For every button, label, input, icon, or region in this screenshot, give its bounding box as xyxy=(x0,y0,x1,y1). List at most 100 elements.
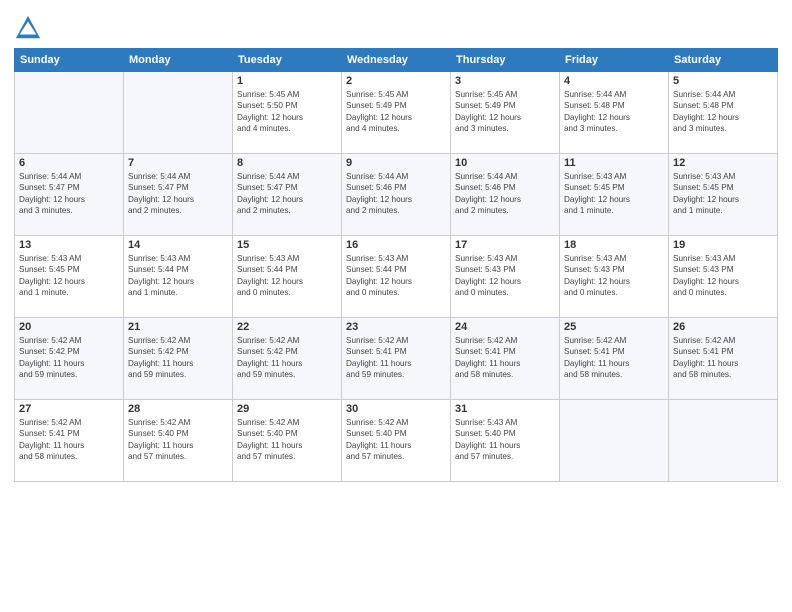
week-row-3: 13 Sunrise: 5:43 AM Sunset: 5:45 PM Dayli… xyxy=(15,236,778,318)
calendar-cell: 13 Sunrise: 5:43 AM Sunset: 5:45 PM Dayli… xyxy=(15,236,124,318)
day-info: Sunrise: 5:42 AM Sunset: 5:40 PM Dayligh… xyxy=(128,417,228,463)
calendar-cell: 17 Sunrise: 5:43 AM Sunset: 5:43 PM Dayli… xyxy=(451,236,560,318)
day-info: Sunrise: 5:43 AM Sunset: 5:43 PM Dayligh… xyxy=(455,253,555,299)
day-number: 15 xyxy=(237,239,337,251)
day-info: Sunrise: 5:43 AM Sunset: 5:45 PM Dayligh… xyxy=(19,253,119,299)
calendar-cell: 8Sunrise: 5:44 AM Sunset: 5:47 PM Daylig… xyxy=(233,154,342,236)
weekday-header-tuesday: Tuesday xyxy=(233,49,342,72)
day-info: Sunrise: 5:43 AM Sunset: 5:44 PM Dayligh… xyxy=(128,253,228,299)
day-info: Sunrise: 5:42 AM Sunset: 5:41 PM Dayligh… xyxy=(673,335,773,381)
day-number: 17 xyxy=(455,239,555,251)
day-info: Sunrise: 5:45 AM Sunset: 5:49 PM Dayligh… xyxy=(346,89,446,135)
day-number: 13 xyxy=(19,239,119,251)
calendar-cell: 27 Sunrise: 5:42 AM Sunset: 5:41 PM Dayli… xyxy=(15,400,124,482)
day-info: Sunrise: 5:42 AM Sunset: 5:40 PM Dayligh… xyxy=(346,417,446,463)
calendar-cell: 29 Sunrise: 5:42 AM Sunset: 5:40 PM Dayli… xyxy=(233,400,342,482)
day-number: 10 xyxy=(455,157,555,169)
day-number: 18 xyxy=(564,239,664,251)
day-number: 14 xyxy=(128,239,228,251)
day-number: 5 xyxy=(673,75,773,87)
calendar-cell: 10 Sunrise: 5:44 AM Sunset: 5:46 PM Dayli… xyxy=(451,154,560,236)
day-number: 4 xyxy=(564,75,664,87)
day-number: 24 xyxy=(455,321,555,333)
day-info: Sunrise: 5:44 AM Sunset: 5:48 PM Dayligh… xyxy=(564,89,664,135)
day-info: Sunrise: 5:43 AM Sunset: 5:43 PM Dayligh… xyxy=(564,253,664,299)
weekday-header-sunday: Sunday xyxy=(15,49,124,72)
calendar-cell: 23 Sunrise: 5:42 AM Sunset: 5:41 PM Dayli… xyxy=(342,318,451,400)
day-number: 27 xyxy=(19,403,119,415)
day-number: 7 xyxy=(128,157,228,169)
day-number: 20 xyxy=(19,321,119,333)
day-info: Sunrise: 5:43 AM Sunset: 5:43 PM Dayligh… xyxy=(673,253,773,299)
calendar-cell: 1 Sunrise: 5:45 AM Sunset: 5:50 PM Daylig… xyxy=(233,72,342,154)
week-row-4: 20 Sunrise: 5:42 AM Sunset: 5:42 PM Dayli… xyxy=(15,318,778,400)
week-row-5: 27 Sunrise: 5:42 AM Sunset: 5:41 PM Dayli… xyxy=(15,400,778,482)
calendar-cell: 25 Sunrise: 5:42 AM Sunset: 5:41 PM Dayli… xyxy=(560,318,669,400)
day-info: Sunrise: 5:43 AM Sunset: 5:45 PM Dayligh… xyxy=(673,171,773,217)
calendar-cell: 14 Sunrise: 5:43 AM Sunset: 5:44 PM Dayli… xyxy=(124,236,233,318)
day-number: 28 xyxy=(128,403,228,415)
day-info: Sunrise: 5:45 AM Sunset: 5:49 PM Dayligh… xyxy=(455,89,555,135)
calendar-cell: 26 Sunrise: 5:42 AM Sunset: 5:41 PM Dayli… xyxy=(669,318,778,400)
calendar-cell: 30 Sunrise: 5:42 AM Sunset: 5:40 PM Dayli… xyxy=(342,400,451,482)
calendar-cell: 19 Sunrise: 5:43 AM Sunset: 5:43 PM Dayli… xyxy=(669,236,778,318)
header xyxy=(14,10,778,42)
calendar-cell: 24 Sunrise: 5:42 AM Sunset: 5:41 PM Dayli… xyxy=(451,318,560,400)
day-info: Sunrise: 5:44 AM Sunset: 5:46 PM Dayligh… xyxy=(455,171,555,217)
day-number: 21 xyxy=(128,321,228,333)
day-number: 1 xyxy=(237,75,337,87)
calendar-cell: 18 Sunrise: 5:43 AM Sunset: 5:43 PM Dayli… xyxy=(560,236,669,318)
weekday-header-friday: Friday xyxy=(560,49,669,72)
day-info: Sunrise: 5:44 AM Sunset: 5:48 PM Dayligh… xyxy=(673,89,773,135)
day-info: Sunrise: 5:42 AM Sunset: 5:42 PM Dayligh… xyxy=(19,335,119,381)
weekday-header-wednesday: Wednesday xyxy=(342,49,451,72)
day-number: 23 xyxy=(346,321,446,333)
calendar-cell: 28 Sunrise: 5:42 AM Sunset: 5:40 PM Dayli… xyxy=(124,400,233,482)
calendar-cell: 5 Sunrise: 5:44 AM Sunset: 5:48 PM Daylig… xyxy=(669,72,778,154)
day-number: 26 xyxy=(673,321,773,333)
week-row-1: 1 Sunrise: 5:45 AM Sunset: 5:50 PM Daylig… xyxy=(15,72,778,154)
calendar-cell xyxy=(560,400,669,482)
calendar-cell: 7 Sunrise: 5:44 AM Sunset: 5:47 PM Daylig… xyxy=(124,154,233,236)
calendar-cell: 21 Sunrise: 5:42 AM Sunset: 5:42 PM Dayli… xyxy=(124,318,233,400)
week-row-2: 6 Sunrise: 5:44 AM Sunset: 5:47 PM Daylig… xyxy=(15,154,778,236)
day-number: 9 xyxy=(346,157,446,169)
day-info: Sunrise: 5:43 AM Sunset: 5:44 PM Dayligh… xyxy=(237,253,337,299)
day-info: Sunrise: 5:42 AM Sunset: 5:40 PM Dayligh… xyxy=(237,417,337,463)
day-info: Sunrise: 5:42 AM Sunset: 5:42 PM Dayligh… xyxy=(128,335,228,381)
weekday-header-thursday: Thursday xyxy=(451,49,560,72)
calendar-cell: 3 Sunrise: 5:45 AM Sunset: 5:49 PM Daylig… xyxy=(451,72,560,154)
day-info: Sunrise: 5:42 AM Sunset: 5:41 PM Dayligh… xyxy=(564,335,664,381)
day-info: Sunrise: 5:43 AM Sunset: 5:44 PM Dayligh… xyxy=(346,253,446,299)
day-info: Sunrise: 5:44 AM Sunset: 5:47 PM Dayligh… xyxy=(237,171,337,217)
logo-icon xyxy=(14,14,42,42)
calendar-cell: 15 Sunrise: 5:43 AM Sunset: 5:44 PM Dayli… xyxy=(233,236,342,318)
day-info: Sunrise: 5:42 AM Sunset: 5:41 PM Dayligh… xyxy=(19,417,119,463)
calendar-cell: 9 Sunrise: 5:44 AM Sunset: 5:46 PM Daylig… xyxy=(342,154,451,236)
calendar-cell: 12 Sunrise: 5:43 AM Sunset: 5:45 PM Dayli… xyxy=(669,154,778,236)
day-number: 19 xyxy=(673,239,773,251)
day-info: Sunrise: 5:42 AM Sunset: 5:41 PM Dayligh… xyxy=(346,335,446,381)
day-number: 12 xyxy=(673,157,773,169)
weekday-header-row: SundayMondayTuesdayWednesdayThursdayFrid… xyxy=(15,49,778,72)
calendar-cell: 31Sunrise: 5:43 AM Sunset: 5:40 PM Dayli… xyxy=(451,400,560,482)
day-info: Sunrise: 5:43 AM Sunset: 5:40 PM Dayligh… xyxy=(455,417,555,463)
day-number: 25 xyxy=(564,321,664,333)
day-info: Sunrise: 5:42 AM Sunset: 5:41 PM Dayligh… xyxy=(455,335,555,381)
day-number: 6 xyxy=(19,157,119,169)
calendar-cell: 16Sunrise: 5:43 AM Sunset: 5:44 PM Dayli… xyxy=(342,236,451,318)
day-info: Sunrise: 5:45 AM Sunset: 5:50 PM Dayligh… xyxy=(237,89,337,135)
weekday-header-monday: Monday xyxy=(124,49,233,72)
day-number: 3 xyxy=(455,75,555,87)
weekday-header-saturday: Saturday xyxy=(669,49,778,72)
day-info: Sunrise: 5:44 AM Sunset: 5:46 PM Dayligh… xyxy=(346,171,446,217)
day-number: 30 xyxy=(346,403,446,415)
day-number: 2 xyxy=(346,75,446,87)
day-number: 29 xyxy=(237,403,337,415)
calendar-cell xyxy=(124,72,233,154)
calendar-cell: 4 Sunrise: 5:44 AM Sunset: 5:48 PM Daylig… xyxy=(560,72,669,154)
calendar-cell xyxy=(669,400,778,482)
day-info: Sunrise: 5:44 AM Sunset: 5:47 PM Dayligh… xyxy=(128,171,228,217)
calendar-cell: 22Sunrise: 5:42 AM Sunset: 5:42 PM Dayli… xyxy=(233,318,342,400)
page: SundayMondayTuesdayWednesdayThursdayFrid… xyxy=(0,0,792,612)
